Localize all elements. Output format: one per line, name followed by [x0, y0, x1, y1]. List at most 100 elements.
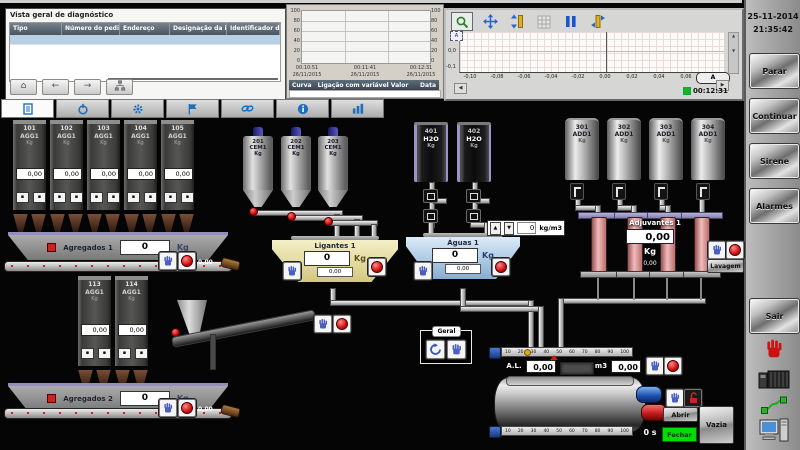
agregados1-manual-button[interactable]: [159, 252, 177, 270]
fechar-button[interactable]: Fechar: [662, 427, 697, 442]
sair-button[interactable]: Sair: [749, 298, 800, 334]
hand-icon: [649, 360, 661, 372]
gate1-button[interactable]: ▪: [118, 348, 131, 359]
agregados1-belt-value: 0,00: [198, 259, 213, 266]
agregados2-stop-button[interactable]: [178, 399, 196, 417]
sirene-button[interactable]: Sirene: [749, 143, 800, 179]
cursor-marker-a[interactable]: A: [450, 31, 463, 41]
silo-202-valve[interactable]: [287, 212, 296, 221]
gate2-button[interactable]: ▪: [107, 192, 120, 203]
silo-203-valve[interactable]: [324, 217, 333, 226]
ligantes-manual-button[interactable]: [283, 262, 301, 280]
gate1-button[interactable]: ▪: [127, 192, 140, 203]
tab-settings[interactable]: [111, 99, 164, 118]
pan-tool-button[interactable]: [480, 13, 500, 30]
geral-auto-button[interactable]: [426, 340, 445, 359]
agregados2-manual-button[interactable]: [159, 399, 177, 417]
tab-flag[interactable]: [166, 99, 219, 118]
hand-icon: [286, 265, 298, 277]
grid-toggle-button[interactable]: [534, 13, 554, 30]
gate2-button[interactable]: ▪: [98, 348, 111, 359]
col-endereco[interactable]: Endereço: [120, 23, 170, 35]
gate2-button[interactable]: ▪: [144, 192, 157, 203]
lavagem-button[interactable]: Lavagem: [707, 259, 744, 273]
h2o2-valve-2[interactable]: [466, 209, 481, 223]
h2o2-valve-1[interactable]: [466, 189, 481, 203]
col-tipo[interactable]: Tipo: [10, 23, 62, 35]
alarmes-button[interactable]: Alarmes: [749, 188, 800, 224]
silo-201-valve[interactable]: [249, 207, 258, 216]
tab-overview[interactable]: [1, 99, 54, 118]
gate1-button[interactable]: ▪: [90, 192, 103, 203]
mixer-stop-button[interactable]: [664, 357, 682, 375]
adjuvantes-stop-button[interactable]: [726, 241, 744, 259]
al-label: A.L.: [504, 362, 524, 370]
ligantes-label: Ligantes 1: [314, 242, 355, 250]
y-tick: 0: [431, 58, 443, 64]
table-scrollbar[interactable]: [108, 78, 278, 80]
vazia-button[interactable]: Vazia: [699, 406, 734, 444]
curve-select-button[interactable]: [588, 13, 608, 30]
conveyor-stop-button[interactable]: [333, 315, 351, 333]
moisture-value[interactable]: 0: [517, 222, 536, 234]
network-cable-icon[interactable]: [746, 396, 800, 414]
gate-lock-button[interactable]: [684, 389, 702, 407]
gate1-button[interactable]: ▪: [81, 348, 94, 359]
ligantes-stop-button[interactable]: [368, 258, 386, 276]
tab-power[interactable]: [56, 99, 109, 118]
scroll-left-button[interactable]: ◀: [454, 83, 467, 94]
add4-pump[interactable]: [696, 183, 710, 200]
agregados2-top-edge: [8, 383, 228, 386]
conveyor-manual-button[interactable]: [314, 315, 332, 333]
trend-plot-area[interactable]: [459, 32, 724, 73]
back-button[interactable]: ←: [42, 79, 69, 95]
forward-button[interactable]: →: [74, 79, 101, 95]
stop-hand-icon[interactable]: [746, 338, 800, 360]
h2o1-valve-2[interactable]: [423, 209, 438, 223]
gate1-button[interactable]: ▪: [16, 192, 29, 203]
bin-funnels: [13, 214, 46, 232]
add1-pump[interactable]: [570, 183, 584, 200]
gate2-button[interactable]: ▪: [70, 192, 83, 203]
aguas-stop-button[interactable]: [492, 258, 510, 276]
gate1-button[interactable]: ▪: [53, 192, 66, 203]
vertical-scrollbar[interactable]: ▲▼: [728, 32, 739, 74]
adjuvantes-manual-button[interactable]: [708, 241, 726, 259]
gate2-button[interactable]: ▪: [181, 192, 194, 203]
moisture-down-button[interactable]: ▼: [504, 222, 515, 235]
h2o1-valve-1[interactable]: [423, 189, 438, 203]
gate1-button[interactable]: ▪: [164, 192, 177, 203]
mixer-manual-button[interactable]: [646, 357, 664, 375]
agregados1-stop-button[interactable]: [178, 252, 196, 270]
col-designacao[interactable]: Designação da in...: [170, 23, 227, 35]
gate-manual-button[interactable]: [666, 389, 684, 407]
computer-icon[interactable]: [746, 418, 800, 444]
tank-302: 302ADD1Kg: [607, 118, 641, 180]
geral-manual-button[interactable]: [447, 340, 466, 359]
abrir-button[interactable]: Abrir: [663, 407, 698, 422]
gate2-button[interactable]: ▪: [33, 192, 46, 203]
pause-button[interactable]: [561, 13, 581, 30]
tree-icon: [114, 80, 126, 91]
parar-button[interactable]: Parar: [749, 53, 800, 89]
continuar-button[interactable]: Continuar: [749, 98, 800, 134]
add3-pump[interactable]: [654, 183, 668, 200]
col-numero-pedido[interactable]: Número do pedido: [62, 23, 120, 35]
add2-pump[interactable]: [612, 183, 626, 200]
plc-icon[interactable]: [746, 368, 800, 390]
tab-connection[interactable]: [221, 99, 274, 118]
col-identificador[interactable]: Identificador de ...: [227, 23, 280, 35]
tab-info[interactable]: [276, 99, 329, 118]
bin-funnels: [50, 214, 83, 232]
tab-statistics[interactable]: [331, 99, 384, 118]
zoom-tool-button[interactable]: [451, 12, 473, 31]
table-row[interactable]: [10, 35, 280, 45]
gate2-button[interactable]: ▪: [135, 348, 148, 359]
tree-view-button[interactable]: [106, 79, 133, 95]
curve-switch-icon: [591, 14, 605, 29]
moisture-up-button[interactable]: ▲: [490, 222, 501, 235]
bin-funnels: [161, 214, 194, 232]
vertical-scale-button[interactable]: [507, 13, 527, 30]
home-button[interactable]: ⌂: [10, 79, 37, 95]
aguas-manual-button[interactable]: [414, 262, 432, 280]
